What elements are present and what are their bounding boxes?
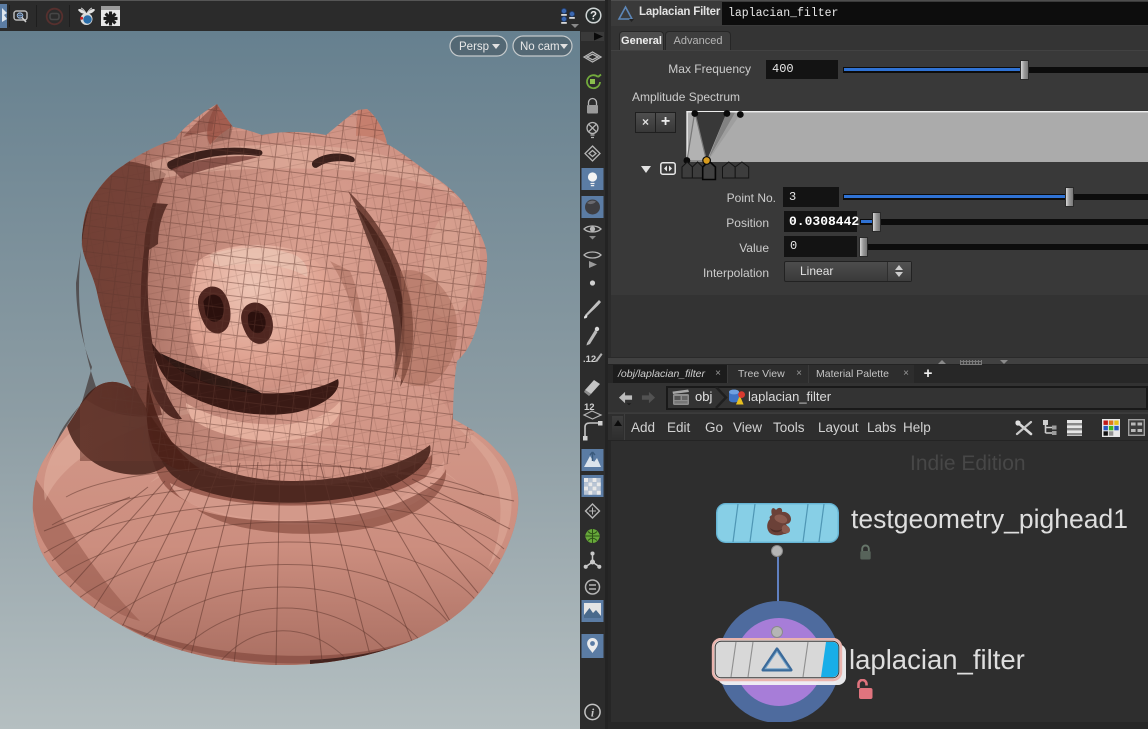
svg-text:Persp: Persp <box>459 41 489 53</box>
svg-text:.12: .12 <box>583 354 596 365</box>
svg-text:?: ? <box>590 11 597 23</box>
svg-text:No cam: No cam <box>520 41 560 53</box>
svg-text:i: i <box>591 706 595 720</box>
